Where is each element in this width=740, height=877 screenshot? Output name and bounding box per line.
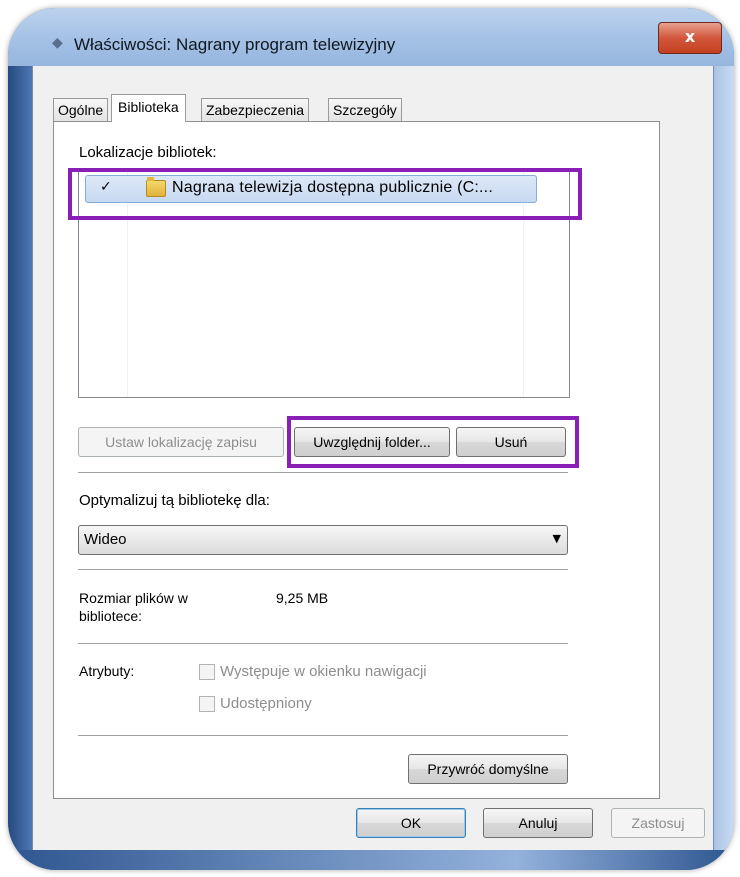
tab-security[interactable]: Zabezpieczenia bbox=[201, 98, 310, 121]
size-label-line1: Rozmiar plików w bbox=[79, 590, 188, 606]
cancel-button[interactable]: Anuluj bbox=[483, 808, 593, 838]
apply-button[interactable]: Zastosuj bbox=[611, 808, 705, 838]
tab-library[interactable]: Biblioteka bbox=[111, 94, 186, 122]
shared-label: Udostępniony bbox=[220, 695, 312, 712]
folder-icon bbox=[146, 177, 166, 197]
divider bbox=[78, 472, 568, 473]
library-locations-label: Lokalizacje bibliotek: bbox=[79, 144, 217, 161]
library-location-item[interactable]: ✓ Nagrana telewizja dostępna publicznie … bbox=[85, 175, 537, 203]
library-tab-panel: Lokalizacje bibliotek: ✓ Nagrana telewiz… bbox=[53, 121, 660, 799]
remove-button[interactable]: Usuń bbox=[456, 427, 566, 457]
library-location-name: Nagrana telewizja dostępna publicznie (C… bbox=[172, 179, 493, 196]
library-locations-list[interactable]: ✓ Nagrana telewizja dostępna publicznie … bbox=[78, 168, 570, 398]
set-save-location-button[interactable]: Ustaw lokalizację zapisu bbox=[78, 427, 284, 457]
include-folder-button[interactable]: Uwzględnij folder... bbox=[294, 427, 450, 457]
window-border-right bbox=[712, 66, 734, 870]
attributes-label: Atrybuty: bbox=[79, 663, 135, 679]
list-column-divider bbox=[523, 169, 524, 397]
properties-dialog: Ogólne Biblioteka Zabezpieczenia Szczegó… bbox=[32, 66, 714, 866]
show-in-navigation-checkbox[interactable] bbox=[199, 664, 215, 680]
dropdown-arrow-icon: ▼ bbox=[552, 532, 561, 545]
window-title: Właściwości: Nagrany program telewizyjny bbox=[74, 35, 396, 54]
optimize-label: Optymalizuj tą bibliotekę dla: bbox=[79, 492, 270, 509]
tab-details[interactable]: Szczegóły bbox=[328, 98, 402, 121]
optimize-for-select[interactable]: Wideo ▼ bbox=[78, 525, 568, 555]
title-bar[interactable]: ◆ Właściwości: Nagrany program telewizyj… bbox=[8, 8, 734, 66]
screenshot-frame: ◆ Właściwości: Nagrany program telewizyj… bbox=[8, 8, 734, 870]
shared-checkbox[interactable] bbox=[199, 696, 215, 712]
list-column-divider bbox=[127, 169, 128, 397]
size-label-line2: bibliotece: bbox=[79, 608, 143, 624]
divider bbox=[78, 735, 568, 736]
show-in-navigation-label: Występuje w okienku nawigacji bbox=[220, 663, 427, 680]
default-save-check-icon: ✓ bbox=[100, 179, 112, 195]
window-border-left bbox=[8, 66, 32, 870]
close-button[interactable]: x bbox=[658, 22, 722, 54]
tab-general[interactable]: Ogólne bbox=[53, 98, 109, 121]
divider bbox=[78, 569, 568, 570]
restore-defaults-button[interactable]: Przywróć domyślne bbox=[408, 754, 568, 784]
optimize-selected-value: Wideo bbox=[84, 531, 127, 548]
properties-icon: ◆ bbox=[52, 34, 63, 50]
size-value: 9,25 MB bbox=[276, 590, 329, 606]
ok-button[interactable]: OK bbox=[356, 808, 466, 838]
divider bbox=[78, 643, 568, 644]
taskbar-strip bbox=[8, 850, 734, 870]
